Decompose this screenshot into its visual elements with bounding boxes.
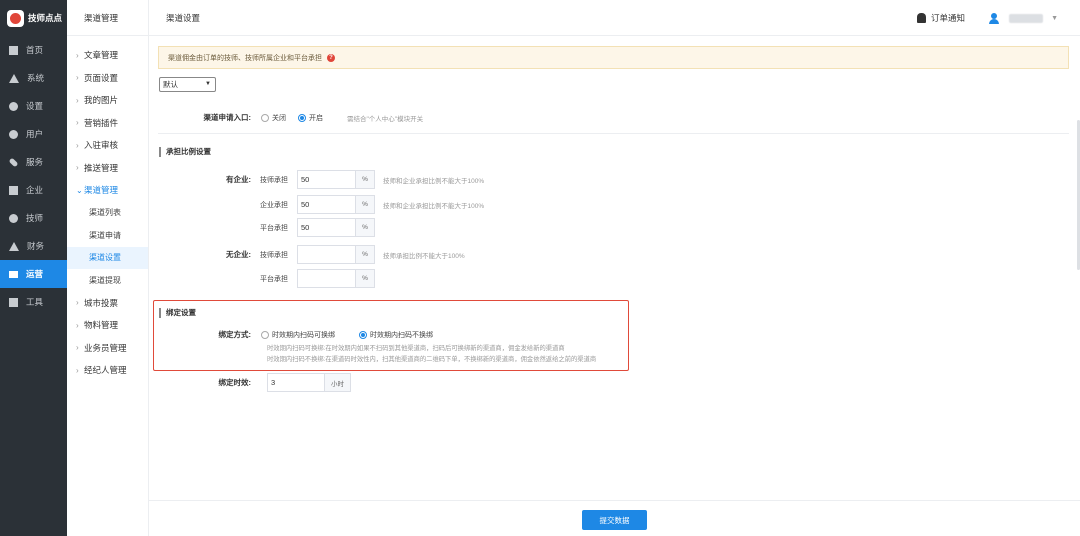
main-sidebar: 技师点点 首页 系统 设置 用户 服务 企业 技师 财务 运营 工具: [0, 0, 67, 536]
bind-mode-row: 绑定方式: 时效期内扫码可换绑 时效期内扫码不换绑: [207, 329, 445, 340]
bind-duration-row: 绑定时效: 3 小时: [207, 373, 351, 392]
footer-bar: 提交数据: [149, 500, 1080, 536]
with-company-label: 有企业:: [226, 175, 251, 184]
finance-icon: [9, 241, 19, 251]
menu-item-push[interactable]: › 推送管理: [67, 157, 148, 180]
chart-icon: [9, 270, 18, 278]
monitor-icon: [9, 45, 18, 55]
chevron-right-icon: ›: [76, 365, 79, 375]
menu-item-channel-settings[interactable]: 渠道设置: [67, 246, 148, 269]
gear-icon: [9, 101, 18, 111]
menu-item-review[interactable]: › 入驻审核: [67, 134, 148, 157]
caret-down-icon[interactable]: ▼: [1051, 15, 1058, 22]
chevron-right-icon: ›: [76, 320, 79, 330]
notice-text: 渠道佣金由订单的技师、技师所属企业和平台承担: [168, 54, 322, 62]
chevron-right-icon: ›: [76, 298, 79, 308]
apply-entry-label: 渠道申请入口:: [203, 113, 252, 122]
chevron-right-icon: ›: [76, 163, 79, 173]
bind-section-title: 绑定设置: [159, 307, 196, 318]
radio-close[interactable]: 关闭: [261, 113, 286, 123]
sidebar-item-home[interactable]: 首页: [0, 36, 67, 64]
chevron-right-icon: ›: [76, 73, 79, 83]
sidebar-item-system[interactable]: 系统: [0, 64, 67, 92]
bind-desc-2: 时效期内扫码不换绑:在渠道码时效性内，扫其他渠道商的二维码下单，不换绑新的渠道商…: [267, 356, 597, 363]
menu-item-page-settings[interactable]: › 页面设置: [67, 67, 148, 90]
sidebar-item-finance[interactable]: 财务: [0, 232, 67, 260]
user-icon: [9, 129, 18, 139]
with-company-row-3: 平台承担 50%: [260, 218, 375, 237]
tech-ratio-input-no-company[interactable]: %: [297, 245, 375, 264]
building-icon: [9, 185, 18, 195]
bell-icon[interactable]: [917, 13, 927, 23]
tech-ratio-input[interactable]: 50%: [297, 170, 375, 189]
notice-banner: 渠道佣金由订单的技师、技师所属企业和平台承担 ?: [158, 46, 1069, 69]
without-company-label: 无企业:: [226, 250, 251, 259]
sidebar-item-settings[interactable]: 设置: [0, 92, 67, 120]
platform-ratio-input-no-company[interactable]: %: [297, 269, 375, 288]
user-avatar-icon[interactable]: [989, 12, 1000, 24]
hierarchy-icon: [9, 73, 19, 83]
radio-rebind-denied[interactable]: 时效期内扫码不换绑: [359, 330, 433, 340]
template-select[interactable]: 默认 ▼: [159, 77, 216, 92]
chevron-down-icon: ▼: [205, 81, 211, 87]
apply-entry-hint: 需结合"个人中心"模块开关: [347, 115, 424, 123]
divider: [158, 133, 1069, 134]
sidebar-item-company[interactable]: 企业: [0, 176, 67, 204]
chevron-right-icon: ›: [76, 95, 79, 105]
person-icon: [9, 213, 18, 223]
chevron-right-icon: ›: [76, 343, 79, 353]
menu-item-channel-apply[interactable]: 渠道申请: [67, 224, 148, 247]
sub-menu: 渠道管理 › 文章管理 › 页面设置 › 我的图片 › 营销插件 › 入驻审核 › 推送管理…: [67, 0, 149, 536]
radio-open[interactable]: 开启: [298, 113, 323, 123]
chevron-right-icon: ›: [76, 140, 79, 150]
order-notify-link[interactable]: 订单通知: [931, 12, 965, 24]
menu-item-channel-withdraw[interactable]: 渠道提现: [67, 269, 148, 292]
with-company-row-2: 企业承担 50% 技师和企业承担比例不能大于100%: [260, 195, 484, 214]
chevron-right-icon: ›: [76, 118, 79, 128]
bind-mode-label: 绑定方式:: [218, 330, 252, 339]
username-blurred[interactable]: [1009, 13, 1044, 23]
chevron-down-icon: ⌄: [76, 185, 83, 195]
logo-icon: [7, 9, 24, 27]
menu-item-articles[interactable]: › 文章管理: [67, 44, 148, 67]
without-company-row-2: 平台承担 %: [260, 269, 375, 288]
sidebar-item-operations[interactable]: 运营: [0, 260, 67, 288]
menu-item-marketing[interactable]: › 营销插件: [67, 112, 148, 135]
bind-desc-1: 时效期内扫码可换绑:在时效期内如果不扫码到其他渠道商，扫码后可换绑新的渠道商，佣…: [267, 345, 565, 352]
bind-duration-label: 绑定时效:: [218, 378, 252, 387]
app-name: 技师点点: [28, 13, 63, 23]
page-title: 渠道设置: [166, 12, 201, 23]
submit-button[interactable]: 提交数据: [582, 510, 647, 530]
toolbox-icon: [9, 297, 18, 307]
help-icon[interactable]: ?: [327, 53, 335, 62]
sidebar-item-users[interactable]: 用户: [0, 120, 67, 148]
menu-item-my-images[interactable]: › 我的图片: [67, 89, 148, 112]
platform-ratio-input[interactable]: 50%: [297, 218, 375, 237]
ratio-section-title: 承担比例设置: [159, 146, 211, 157]
without-company-row-1: 无企业: 技师承担 % 技师承担比例不能大于100%: [219, 245, 465, 264]
sidebar-item-tools[interactable]: 工具: [0, 288, 67, 316]
top-bar: 渠道设置 订单通知 ▼: [149, 0, 1080, 36]
menu-item-salesman[interactable]: › 业务员管理: [67, 337, 148, 360]
with-company-row-1: 有企业: 技师承担 50% 技师和企业承担比例不能大于100%: [219, 170, 484, 189]
menu-item-channel[interactable]: ⌄ 渠道管理: [67, 179, 148, 202]
sidebar-item-technician[interactable]: 技师: [0, 204, 67, 232]
menu-item-channel-list[interactable]: 渠道列表: [67, 202, 148, 225]
radio-rebind-allowed[interactable]: 时效期内扫码可换绑: [261, 330, 335, 340]
menu-item-agent[interactable]: › 经纪人管理: [67, 359, 148, 382]
company-ratio-input[interactable]: 50%: [297, 195, 375, 214]
apply-entry-row: 渠道申请入口: 关闭 开启 需结合"个人中心"模块开关: [197, 112, 424, 123]
sidebar-item-services[interactable]: 服务: [0, 148, 67, 176]
sub-menu-title: 渠道管理: [67, 0, 148, 36]
bind-duration-input[interactable]: 3 小时: [267, 373, 351, 392]
chevron-right-icon: ›: [76, 50, 79, 60]
menu-item-materials[interactable]: › 物料管理: [67, 314, 148, 337]
app-logo[interactable]: 技师点点: [0, 0, 67, 36]
main-content: 渠道佣金由订单的技师、技师所属企业和平台承担 ? 默认 ▼ 渠道申请入口: 关闭…: [149, 36, 1080, 500]
link-icon: [8, 157, 19, 167]
menu-item-city-vote[interactable]: › 城市投票: [67, 292, 148, 315]
